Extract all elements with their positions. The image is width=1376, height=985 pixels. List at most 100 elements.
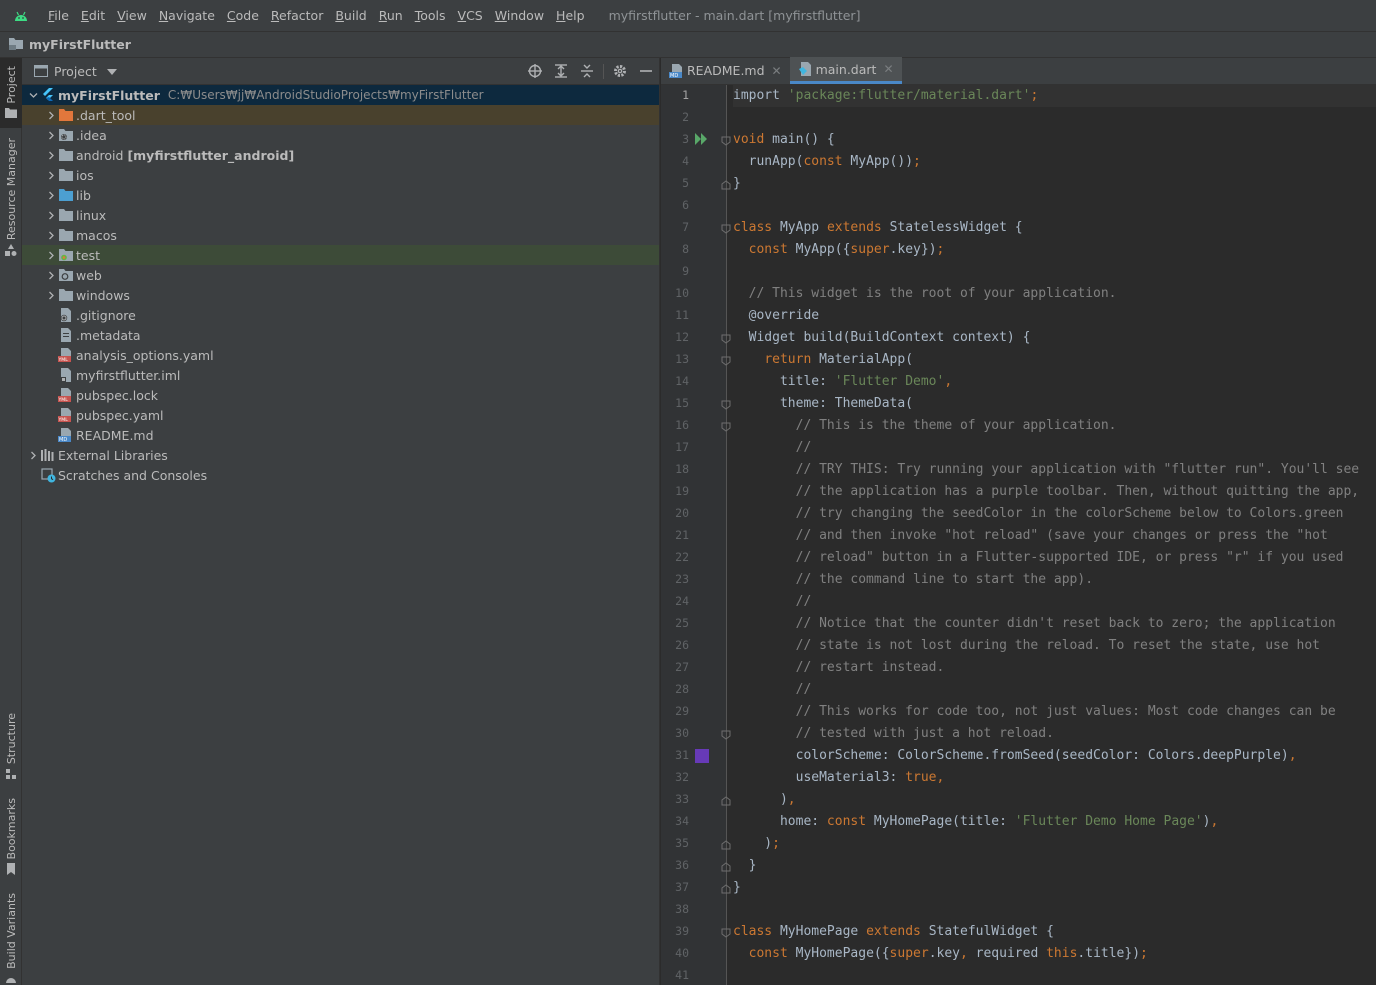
gear-icon[interactable] — [607, 58, 633, 85]
tree-scratches[interactable]: Scratches and Consoles — [22, 465, 659, 485]
code-line[interactable]: // — [733, 437, 812, 459]
tree-item-readme-md[interactable]: MD README.md — [22, 425, 659, 445]
code-line[interactable]: } — [733, 877, 741, 899]
tree-item-windows[interactable]: windows — [22, 285, 659, 305]
code-line[interactable]: } — [733, 855, 757, 877]
tree-item-lib[interactable]: lib — [22, 185, 659, 205]
code-line[interactable]: // — [733, 591, 812, 613]
chevron-right-icon[interactable] — [44, 145, 58, 165]
code-line[interactable]: // tested with just a hot reload. — [733, 723, 1054, 745]
expand-all-icon[interactable] — [548, 58, 574, 85]
code-line[interactable]: useMaterial3: true, — [733, 767, 945, 789]
tree-item-ios[interactable]: ios — [22, 165, 659, 185]
code-line[interactable]: } — [733, 173, 741, 195]
menu-tools[interactable]: Tools — [409, 0, 452, 31]
code-line[interactable]: // reload" button in a Flutter-supported… — [733, 547, 1344, 569]
tree-item-android[interactable]: android [myfirstflutter_android] — [22, 145, 659, 165]
menu-build[interactable]: Build — [329, 0, 372, 31]
code-line[interactable]: // state is not lost during the reload. … — [733, 635, 1320, 657]
fold-end-icon[interactable] — [721, 179, 731, 190]
tree-external-libraries[interactable]: External Libraries — [22, 445, 659, 465]
chevron-right-icon[interactable] — [26, 445, 40, 465]
chevron-right-icon[interactable] — [44, 285, 58, 305]
chevron-right-icon[interactable] — [44, 105, 58, 125]
code-line[interactable]: runApp(const MyApp()); — [733, 151, 921, 173]
code-line[interactable]: ); — [733, 833, 780, 855]
menu-code[interactable]: Code — [221, 0, 265, 31]
tree-item-gitignore[interactable]: .gitignore — [22, 305, 659, 325]
tree-item-linux[interactable]: linux — [22, 205, 659, 225]
fold-start-icon[interactable] — [721, 927, 731, 938]
chevron-right-icon[interactable] — [44, 225, 58, 245]
tree-item-pubspec-lock[interactable]: YML pubspec.lock — [22, 385, 659, 405]
fold-end-icon[interactable] — [721, 839, 731, 850]
code-line[interactable]: void main() { — [733, 129, 835, 151]
code-line[interactable]: Widget build(BuildContext context) { — [733, 327, 1031, 349]
tree-item-web[interactable]: web — [22, 265, 659, 285]
run-icon[interactable] — [695, 133, 709, 147]
tab-readme[interactable]: MD README.md ✕ — [661, 57, 790, 84]
tree-item-macos[interactable]: macos — [22, 225, 659, 245]
chevron-right-icon[interactable] — [44, 265, 58, 285]
bookmarks-tool-button[interactable]: Bookmarks — [0, 798, 22, 878]
code-line[interactable]: // and then invoke "hot reload" (save yo… — [733, 525, 1328, 547]
tree-item-myfirstflutter-iml[interactable]: myfirstflutter.iml — [22, 365, 659, 385]
code-line[interactable]: // try changing the seedColor in the col… — [733, 503, 1344, 525]
tree-item-pubspec-yaml[interactable]: YML pubspec.yaml — [22, 405, 659, 425]
code-line[interactable]: // This works for code too, not just val… — [733, 701, 1336, 723]
menu-navigate[interactable]: Navigate — [153, 0, 221, 31]
fold-end-icon[interactable] — [721, 795, 731, 806]
tab-main-dart[interactable]: main.dart ✕ — [789, 57, 902, 84]
menu-vcs[interactable]: VCS — [452, 0, 489, 31]
code-line[interactable]: class MyApp extends StatelessWidget { — [733, 217, 1023, 239]
code-line[interactable]: // restart instead. — [733, 657, 945, 679]
code-line[interactable]: @override — [733, 305, 819, 327]
code-line[interactable]: import 'package:flutter/material.dart'; — [733, 85, 1376, 107]
chevron-right-icon[interactable] — [44, 185, 58, 205]
build-variants-tool-button[interactable]: Build Variants — [0, 893, 22, 985]
fold-start-icon[interactable] — [721, 333, 731, 344]
chevron-right-icon[interactable] — [44, 245, 58, 265]
chevron-right-icon[interactable] — [44, 165, 58, 185]
code-line[interactable]: return MaterialApp( — [733, 349, 913, 371]
fold-start-icon[interactable] — [721, 421, 731, 432]
fold-start-icon[interactable] — [721, 135, 731, 146]
code-line[interactable]: // Notice that the counter didn't reset … — [733, 613, 1336, 635]
structure-tool-button[interactable]: Structure — [0, 713, 22, 783]
code-line[interactable]: home: const MyHomePage(title: 'Flutter D… — [733, 811, 1218, 833]
code-line[interactable]: // — [733, 679, 812, 701]
fold-end-icon[interactable] — [721, 861, 731, 872]
code-line[interactable]: // This widget is the root of your appli… — [733, 283, 1117, 305]
menu-help[interactable]: Help — [550, 0, 591, 31]
menu-run[interactable]: Run — [373, 0, 409, 31]
code-line[interactable]: title: 'Flutter Demo', — [733, 371, 952, 393]
minimize-icon[interactable] — [633, 58, 659, 85]
tree-root[interactable]: myFirstFlutter C:₩Users₩jj₩AndroidStudio… — [22, 85, 659, 105]
tree-item-test[interactable]: test — [22, 245, 659, 265]
menu-view[interactable]: View — [111, 0, 153, 31]
code-line[interactable]: const MyHomePage({super.key, required th… — [733, 943, 1148, 965]
code-line[interactable]: // the command line to start the app). — [733, 569, 1093, 591]
menu-edit[interactable]: Edit — [75, 0, 111, 31]
chevron-right-icon[interactable] — [44, 125, 58, 145]
tree-item-dart-tool[interactable]: .dart_tool — [22, 105, 659, 125]
tree-item-analysis-options-yaml[interactable]: YML analysis_options.yaml — [22, 345, 659, 365]
tree-item-idea[interactable]: .idea — [22, 125, 659, 145]
code-line[interactable]: // This is the theme of your application… — [733, 415, 1117, 437]
menu-refactor[interactable]: Refactor — [265, 0, 329, 31]
close-icon[interactable]: ✕ — [883, 62, 893, 76]
fold-start-icon[interactable] — [721, 399, 731, 410]
code-line[interactable]: class MyHomePage extends StatefulWidget … — [733, 921, 1054, 943]
menu-file[interactable]: File — [42, 0, 75, 31]
code-line[interactable]: const MyApp({super.key}); — [733, 239, 945, 261]
chevron-down-icon[interactable] — [26, 85, 40, 105]
fold-start-icon[interactable] — [721, 223, 731, 234]
close-icon[interactable]: ✕ — [772, 64, 782, 78]
code-lines[interactable]: import 'package:flutter/material.dart'; v… — [733, 85, 1376, 985]
fold-start-icon[interactable] — [721, 729, 731, 740]
breadcrumb-project[interactable]: myFirstFlutter — [29, 37, 131, 52]
menu-window[interactable]: Window — [489, 0, 550, 31]
code-line[interactable]: // the application has a purple toolbar.… — [733, 481, 1360, 503]
code-line[interactable]: theme: ThemeData( — [733, 393, 913, 415]
project-view-selector[interactable]: Project — [54, 64, 97, 79]
